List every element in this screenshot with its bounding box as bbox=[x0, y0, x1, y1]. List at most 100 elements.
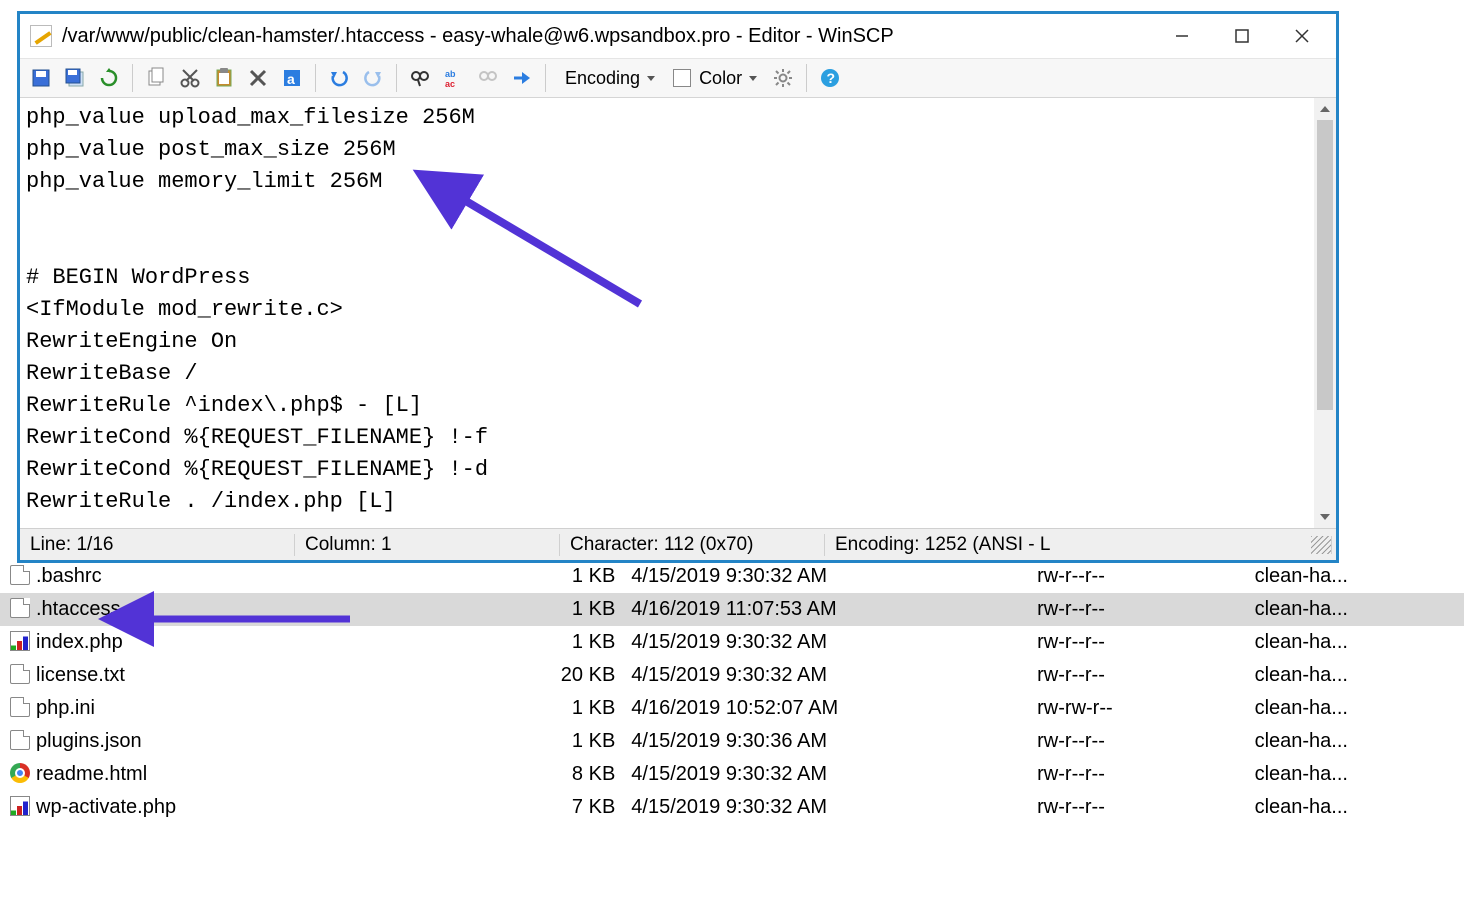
scroll-thumb[interactable] bbox=[1317, 120, 1333, 410]
file-owner: clean-ha... bbox=[1247, 560, 1464, 593]
file-date: 4/15/2019 9:30:32 AM bbox=[623, 791, 1029, 824]
file-permissions: rw-r--r-- bbox=[1029, 659, 1246, 692]
file-permissions: rw-r--r-- bbox=[1029, 758, 1246, 791]
table-row[interactable]: wp-activate.php7 KB4/15/2019 9:30:32 AMr… bbox=[0, 791, 1464, 824]
goto-icon[interactable] bbox=[507, 63, 537, 93]
file-icon bbox=[10, 565, 30, 585]
file-permissions: rw-r--r-- bbox=[1029, 725, 1246, 758]
file-date: 4/15/2019 9:30:32 AM bbox=[623, 560, 1029, 593]
select-all-icon[interactable]: a bbox=[277, 63, 307, 93]
svg-text:ab: ab bbox=[445, 69, 456, 79]
paste-icon[interactable] bbox=[209, 63, 239, 93]
file-name: readme.html bbox=[36, 763, 147, 785]
undo-icon[interactable] bbox=[324, 63, 354, 93]
toolbar-separator bbox=[396, 64, 397, 92]
toolbar-separator bbox=[806, 64, 807, 92]
file-icon bbox=[10, 697, 30, 717]
settings-icon[interactable] bbox=[768, 63, 798, 93]
vertical-scrollbar[interactable] bbox=[1314, 98, 1336, 528]
save-icon[interactable] bbox=[26, 63, 56, 93]
file-date: 4/16/2019 11:07:53 AM bbox=[623, 593, 1029, 626]
redo-icon[interactable] bbox=[358, 63, 388, 93]
file-owner: clean-ha... bbox=[1247, 758, 1464, 791]
status-column: Column: 1 bbox=[295, 534, 560, 556]
file-permissions: rw-r--r-- bbox=[1029, 560, 1246, 593]
table-row[interactable]: readme.html 8 KB4/15/2019 9:30:32 AMrw-r-… bbox=[0, 758, 1464, 791]
close-button[interactable] bbox=[1272, 14, 1332, 58]
file-size: 20 KB bbox=[493, 659, 623, 692]
file-size: 1 KB bbox=[493, 692, 623, 725]
file-permissions: rw-r--r-- bbox=[1029, 626, 1246, 659]
minimize-button[interactable] bbox=[1152, 14, 1212, 58]
file-date: 4/15/2019 9:30:32 AM bbox=[623, 758, 1029, 791]
editor-textarea[interactable]: php_value upload_max_filesize 256M php_v… bbox=[20, 98, 1336, 528]
copy-icon[interactable] bbox=[141, 63, 171, 93]
statusbar: Line: 1/16 Column: 1 Character: 112 (0x7… bbox=[20, 528, 1336, 560]
toolbar-separator bbox=[545, 64, 546, 92]
encoding-dropdown[interactable]: Encoding bbox=[554, 63, 662, 93]
table-row[interactable]: plugins.json1 KB4/15/2019 9:30:36 AMrw-r… bbox=[0, 725, 1464, 758]
toolbar-separator bbox=[315, 64, 316, 92]
file-owner: clean-ha... bbox=[1247, 593, 1464, 626]
svg-text:a: a bbox=[287, 71, 295, 87]
file-icon bbox=[10, 631, 30, 651]
toolbar: a abac Encoding Color ? bbox=[20, 58, 1336, 98]
help-icon[interactable]: ? bbox=[815, 63, 845, 93]
editor-icon bbox=[30, 25, 52, 47]
file-name: plugins.json bbox=[36, 730, 142, 752]
file-icon bbox=[10, 763, 30, 783]
table-row[interactable]: license.txt 20 KB4/15/2019 9:30:32 AMrw-r… bbox=[0, 659, 1464, 692]
file-listing: .bashrc1 KB4/15/2019 9:30:32 AMrw-r--r--… bbox=[0, 560, 1464, 824]
status-character: Character: 112 (0x70) bbox=[560, 534, 825, 556]
color-swatch bbox=[673, 69, 691, 87]
file-name: .htaccess bbox=[36, 598, 120, 620]
svg-text:ac: ac bbox=[445, 79, 455, 89]
delete-icon[interactable] bbox=[243, 63, 273, 93]
file-size: 1 KB bbox=[493, 725, 623, 758]
color-dropdown[interactable]: Color bbox=[666, 63, 764, 93]
file-size: 8 KB bbox=[493, 758, 623, 791]
cut-icon[interactable] bbox=[175, 63, 205, 93]
file-icon bbox=[10, 730, 30, 750]
file-name: wp-activate.php bbox=[36, 796, 176, 818]
find-icon[interactable] bbox=[405, 63, 435, 93]
file-name: index.php bbox=[36, 631, 123, 653]
maximize-button[interactable] bbox=[1212, 14, 1272, 58]
save-all-icon[interactable] bbox=[60, 63, 90, 93]
table-row[interactable]: index.php 1 KB4/15/2019 9:30:32 AMrw-r--r… bbox=[0, 626, 1464, 659]
file-name: .bashrc bbox=[36, 565, 102, 587]
replace-icon[interactable]: abac bbox=[439, 63, 469, 93]
scroll-down-icon[interactable] bbox=[1314, 506, 1336, 528]
file-owner: clean-ha... bbox=[1247, 791, 1464, 824]
file-date: 4/15/2019 9:30:32 AM bbox=[623, 626, 1029, 659]
table-row[interactable]: php.ini1 KB4/16/2019 10:52:07 AMrw-rw-r-… bbox=[0, 692, 1464, 725]
status-encoding: Encoding: 1252 (ANSI - L bbox=[825, 534, 1311, 556]
editor-window: /var/www/public/clean-hamster/.htaccess … bbox=[18, 12, 1338, 562]
titlebar: /var/www/public/clean-hamster/.htaccess … bbox=[20, 14, 1336, 58]
file-owner: clean-ha... bbox=[1247, 725, 1464, 758]
file-icon bbox=[10, 796, 30, 816]
file-name: license.txt bbox=[36, 664, 125, 686]
file-date: 4/16/2019 10:52:07 AM bbox=[623, 692, 1029, 725]
svg-text:?: ? bbox=[827, 70, 836, 86]
file-icon bbox=[10, 598, 30, 618]
table-row[interactable]: .htaccess 1 KB4/16/2019 11:07:53 AMrw-r--… bbox=[0, 593, 1464, 626]
window-title: /var/www/public/clean-hamster/.htaccess … bbox=[62, 25, 1152, 48]
find-next-icon[interactable] bbox=[473, 63, 503, 93]
file-owner: clean-ha... bbox=[1247, 692, 1464, 725]
file-size: 1 KB bbox=[493, 626, 623, 659]
file-owner: clean-ha... bbox=[1247, 659, 1464, 692]
file-size: 1 KB bbox=[493, 560, 623, 593]
editor-content: php_value upload_max_filesize 256M php_v… bbox=[20, 98, 1314, 528]
file-size: 1 KB bbox=[493, 593, 623, 626]
reload-icon[interactable] bbox=[94, 63, 124, 93]
file-permissions: rw-r--r-- bbox=[1029, 593, 1246, 626]
resize-grip[interactable] bbox=[1311, 536, 1332, 554]
scroll-up-icon[interactable] bbox=[1314, 98, 1336, 120]
status-line: Line: 1/16 bbox=[20, 534, 295, 556]
chevron-down-icon bbox=[749, 76, 757, 81]
file-date: 4/15/2019 9:30:32 AM bbox=[623, 659, 1029, 692]
file-permissions: rw-r--r-- bbox=[1029, 791, 1246, 824]
table-row[interactable]: .bashrc 1 KB4/15/2019 9:30:32 AMrw-r--r--… bbox=[0, 560, 1464, 593]
chevron-down-icon bbox=[647, 76, 655, 81]
